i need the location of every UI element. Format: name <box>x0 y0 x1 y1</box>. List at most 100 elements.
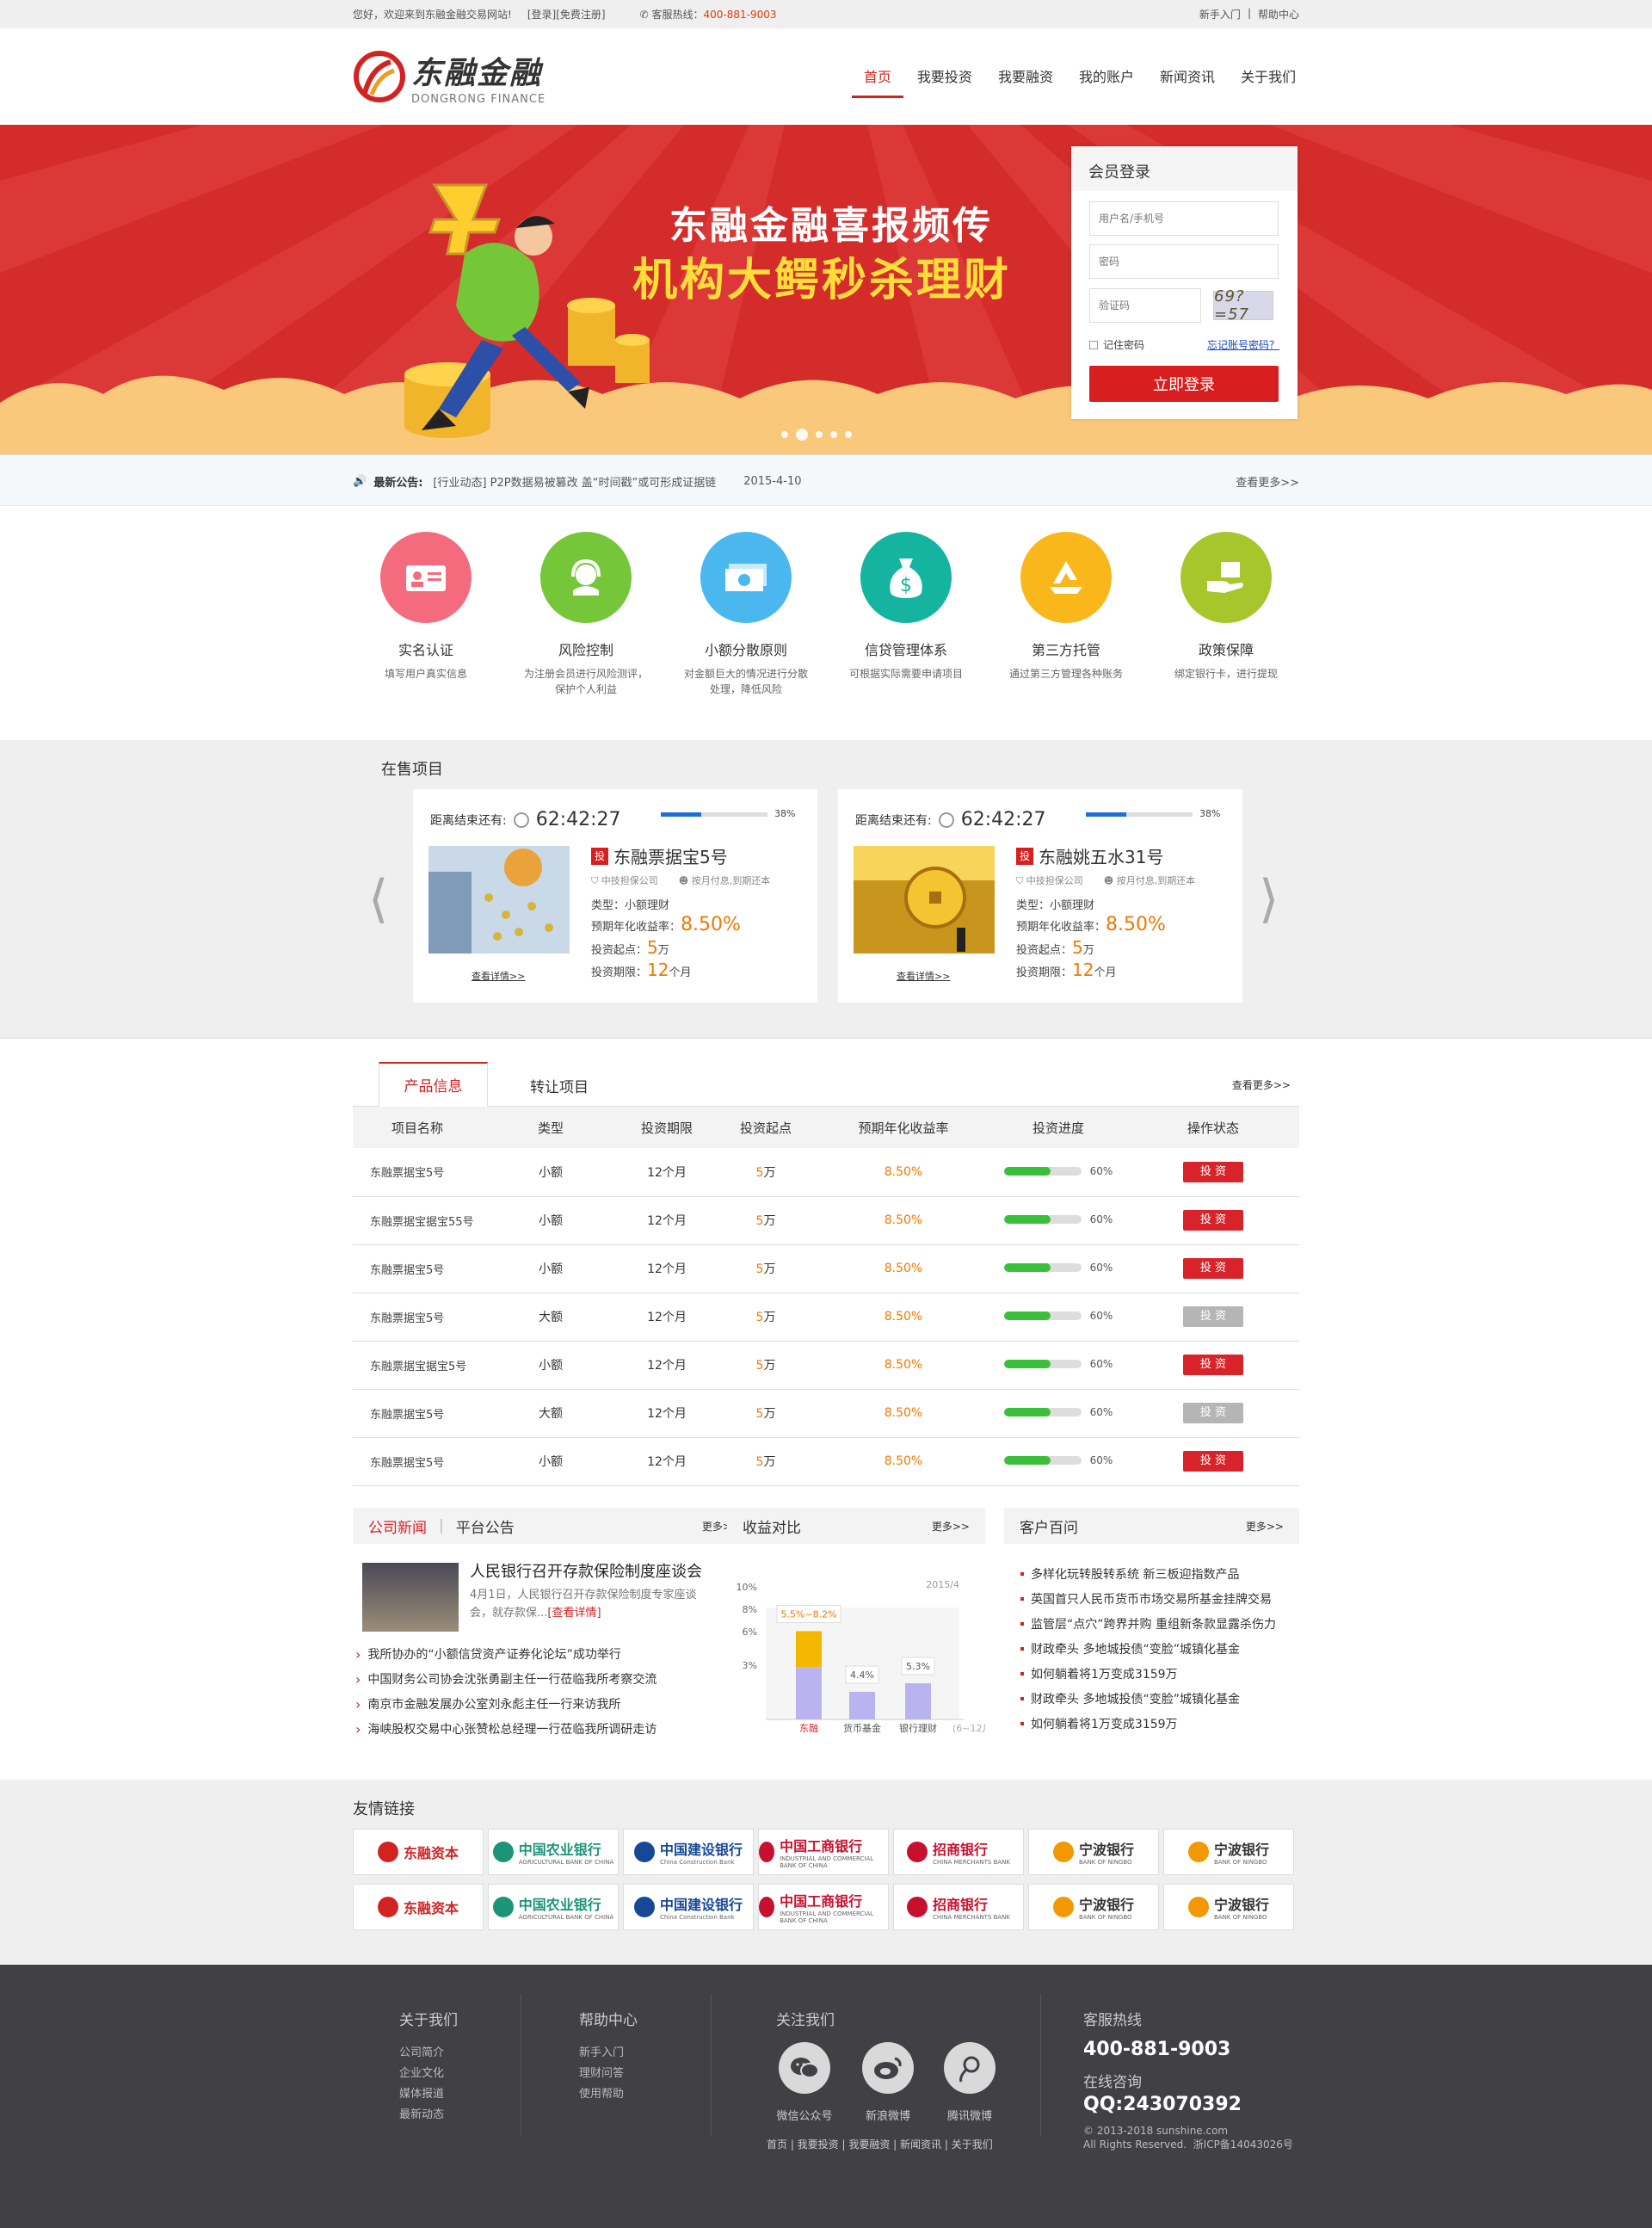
footer-link[interactable]: 公司简介 <box>399 2043 458 2064</box>
news-item[interactable]: 海峡股权交易中心张赞松总经理一行莅临我所调研走访 <box>355 1720 656 1737</box>
wechat-label[interactable]: 微信公众号 <box>766 2107 843 2123</box>
captcha-image[interactable]: 69?=57 <box>1213 287 1273 324</box>
tab-transfer[interactable]: 转让项目 <box>521 1065 598 1107</box>
captcha-input[interactable] <box>1089 288 1201 323</box>
friend-link-logo[interactable]: 招商银行 CHINA MERCHANTS BANK <box>893 1884 1024 1930</box>
friend-link-logo[interactable]: 宁波银行 BANK OF NINGBO <box>1028 1884 1159 1930</box>
carousel-dot[interactable] <box>845 431 852 438</box>
notice-text[interactable]: [行业动态] P2P数据易被篡改 盖“时间戳”或可形成证据链 <box>433 473 716 490</box>
detail-link[interactable]: 查看详情>> <box>472 969 525 983</box>
friend-link-logo[interactable]: 宁波银行 BANK OF NINGBO <box>1028 1829 1159 1875</box>
faq-item[interactable]: 如何躺着将1万变成3159万 <box>1020 1665 1178 1682</box>
username-input[interactable] <box>1089 201 1279 236</box>
tab-product-info[interactable]: 产品信息 <box>379 1062 488 1107</box>
footer-link[interactable]: 新手入门 <box>579 2043 638 2064</box>
tencent-weibo-label[interactable]: 腾讯微博 <box>931 2107 1008 2123</box>
row-name[interactable]: 东融票据宝5号 <box>353 1148 482 1196</box>
logo[interactable]: 东融金融 DONGRONG FINANCE <box>353 48 546 106</box>
row-name[interactable]: 东融票据宝5号 <box>353 1437 482 1485</box>
row-name[interactable]: 东融票据宝5号 <box>353 1293 482 1341</box>
weibo-label[interactable]: 新浪微博 <box>849 2107 927 2123</box>
hero-banner[interactable]: 东融金融喜报频传 机构大鳄秒杀理财 会员登录 69?=57 记住密码 忘记账号密… <box>0 125 1652 454</box>
compare-more-link[interactable]: 更多>> <box>932 1519 970 1534</box>
carousel-dot-active[interactable] <box>796 429 808 441</box>
carousel-dot[interactable] <box>781 431 788 438</box>
faq-item[interactable]: 财政牵头 多地城投债“变脸”城镇化基金 <box>1020 1690 1240 1707</box>
news-item[interactable]: 我所协办的“小额信贷资产证券化论坛”成功举行 <box>355 1645 621 1663</box>
checkbox-icon[interactable] <box>1089 340 1098 349</box>
carousel-dot[interactable] <box>816 431 823 438</box>
faq-item[interactable]: 英国首只人民币货币市场交易所基金挂牌交易 <box>1020 1590 1272 1608</box>
footer-link[interactable]: 最新动态 <box>399 2105 458 2126</box>
help-link[interactable]: 帮助中心 <box>1258 7 1299 22</box>
row-progress: 60% <box>989 1293 1127 1341</box>
nav-finance[interactable]: 我要融资 <box>998 59 1053 95</box>
friend-link-logo[interactable]: 中国工商银行 INDUSTRIAL AND COMMERCIAL BANK OF … <box>758 1884 889 1930</box>
friend-link-logo[interactable]: 宁波银行 BANK OF NINGBO <box>1163 1884 1294 1930</box>
tencent-weibo-icon[interactable] <box>944 2042 996 2094</box>
faq-item[interactable]: 如何躺着将1万变成3159万 <box>1020 1715 1178 1732</box>
nav-about[interactable]: 关于我们 <box>1241 59 1296 95</box>
notice-more-link[interactable]: 查看更多>> <box>1236 473 1299 490</box>
faq-item[interactable]: 监管层“点穴”跨界并购 重组新条款显露杀伤力 <box>1020 1615 1276 1632</box>
row-name[interactable]: 东融票据宝5号 <box>353 1244 482 1293</box>
detail-link[interactable]: 查看详情>> <box>897 969 950 983</box>
friend-link-logo[interactable]: 中国农业银行 AGRICULTURAL BANK OF CHINA <box>488 1829 619 1875</box>
forgot-link[interactable]: 忘记账号密码？ <box>1207 337 1279 352</box>
footer-link[interactable]: 使用帮助 <box>579 2084 638 2105</box>
invest-button[interactable]: 投 资 <box>1183 1355 1243 1375</box>
footer-nav-links[interactable]: 首页 | 我要投资 | 我要融资 | 新闻资讯 | 关于我们 <box>767 2137 993 2151</box>
remember-checkbox[interactable]: 记住密码 <box>1089 337 1144 352</box>
tab-company-news[interactable]: 公司新闻 <box>368 1515 427 1537</box>
login-button[interactable]: 立即登录 <box>1089 366 1279 402</box>
wechat-icon[interactable] <box>779 2042 830 2094</box>
nav-home[interactable]: 首页 <box>851 59 903 98</box>
invest-button[interactable]: 投 资 <box>1183 1451 1243 1472</box>
friend-link-logo[interactable]: 中国建设银行 China Construction Bank <box>623 1884 754 1930</box>
news-headline[interactable]: 人民银行召开存款保险制度座谈会 <box>470 1559 702 1582</box>
faq-more-link[interactable]: 更多>> <box>1246 1519 1284 1534</box>
faq-item[interactable]: 财政牵头 多地城投债“变脸”城镇化基金 <box>1020 1640 1240 1657</box>
footer-link[interactable]: 理财问答 <box>579 2064 638 2084</box>
bank-logo-icon <box>1052 1897 1074 1917</box>
friend-link-logo[interactable]: 东融资本 <box>353 1829 484 1875</box>
nav-invest[interactable]: 我要投资 <box>917 59 972 95</box>
hotline-number: 400-881-9003 <box>703 9 777 21</box>
password-input[interactable] <box>1089 244 1279 279</box>
nav-account[interactable]: 我的账户 <box>1079 59 1134 95</box>
row-name[interactable]: 东融票据宝5号 <box>353 1389 482 1437</box>
row-name[interactable]: 东融票据宝据宝5号 <box>353 1341 482 1389</box>
weibo-icon[interactable] <box>862 2042 914 2094</box>
invest-button[interactable]: 投 资 <box>1183 1258 1243 1279</box>
news-detail-link[interactable]: [查看详情] <box>547 1607 601 1620</box>
service-qq[interactable]: QQ:243070392 <box>1083 2093 1293 2117</box>
footer-link[interactable]: 企业文化 <box>399 2064 458 2084</box>
project-card[interactable]: 距离结束还有: 62:42:27 38% 查看详情>> 投东融姚五水31号 ⛉ 中… <box>838 789 1242 1003</box>
friend-link-logo[interactable]: 东融资本 <box>353 1884 484 1930</box>
invest-button[interactable]: 投 资 <box>1183 1403 1243 1423</box>
newbie-link[interactable]: 新手入门 <box>1199 7 1241 22</box>
invest-button[interactable]: 投 资 <box>1183 1306 1243 1327</box>
news-item[interactable]: 南京市金融发展办公室刘永彪主任一行来访我所 <box>355 1695 620 1713</box>
news-image[interactable] <box>362 1563 459 1632</box>
register-link[interactable]: [免费注册] <box>556 7 605 22</box>
row-name[interactable]: 东融票据宝据宝55号 <box>353 1196 482 1244</box>
friend-link-logo[interactable]: 中国工商银行 INDUSTRIAL AND COMMERCIAL BANK OF … <box>758 1829 889 1875</box>
next-arrow[interactable]: ⟩ <box>1259 869 1279 929</box>
products-more-link[interactable]: 查看更多>> <box>1232 1077 1291 1092</box>
carousel-dot[interactable] <box>830 431 837 438</box>
project-card[interactable]: 距离结束还有: 62:42:27 38% 查看详情>> 投东融票据宝5号 ⛉ 中技… <box>413 789 817 1003</box>
invest-button[interactable]: 投 资 <box>1183 1161 1243 1182</box>
login-link[interactable]: [登录] <box>527 7 556 22</box>
tab-platform-notice[interactable]: 平台公告 <box>456 1515 515 1537</box>
friend-link-logo[interactable]: 招商银行 CHINA MERCHANTS BANK <box>893 1829 1024 1875</box>
faq-item[interactable]: 多样化玩转股转系统 新三板迎指数产品 <box>1020 1565 1239 1583</box>
footer-link[interactable]: 媒体报道 <box>399 2084 458 2105</box>
invest-button[interactable]: 投 资 <box>1183 1210 1243 1231</box>
prev-arrow[interactable]: ⟨ <box>368 869 388 929</box>
friend-link-logo[interactable]: 中国农业银行 AGRICULTURAL BANK OF CHINA <box>488 1884 619 1930</box>
nav-news[interactable]: 新闻资讯 <box>1160 59 1215 95</box>
friend-link-logo[interactable]: 中国建设银行 China Construction Bank <box>623 1829 754 1875</box>
news-item[interactable]: 中国财务公司协会沈张勇副主任一行莅临我所考察交流 <box>355 1670 656 1688</box>
friend-link-logo[interactable]: 宁波银行 BANK OF NINGBO <box>1163 1829 1294 1875</box>
